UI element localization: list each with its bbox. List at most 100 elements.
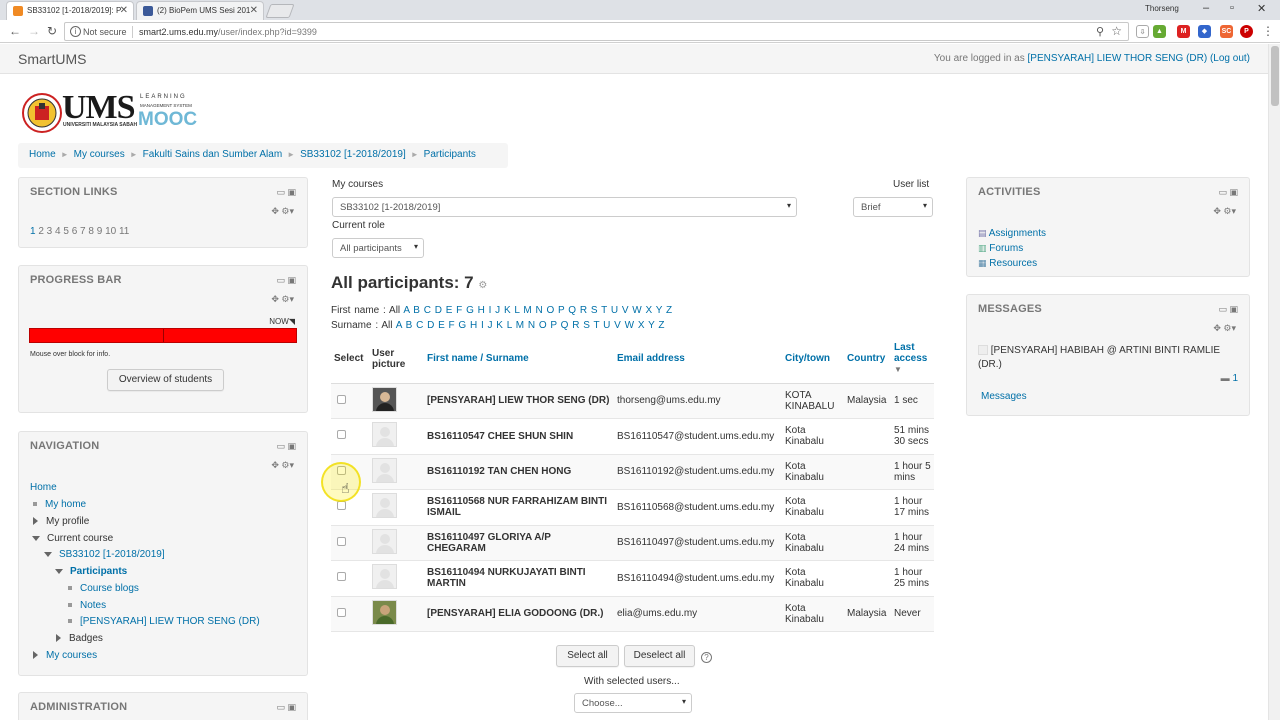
progress-bar[interactable] <box>29 328 297 343</box>
zoom-icon[interactable]: ⚲ <box>1096 25 1104 38</box>
extension-app-icon[interactable]: ◆ <box>1198 25 1211 38</box>
dock-hide-icon[interactable]: ▭ ▣ <box>276 702 296 713</box>
avatar[interactable] <box>372 564 397 590</box>
extension-sc-icon[interactable]: SC <box>1220 25 1233 38</box>
browser-tab-facebook[interactable]: (2) BioPem UMS Sesi 201 ✕ <box>136 1 264 20</box>
section-links-rest[interactable]: 2 3 4 5 6 7 8 9 10 11 <box>38 226 129 237</box>
maximize-icon[interactable]: ▫ <box>1230 2 1234 14</box>
col-last-access[interactable]: Last access ▼ <box>891 335 934 384</box>
dock-hide-icon[interactable]: ▭ ▣ <box>1218 304 1238 315</box>
nav-participants[interactable]: Participants <box>55 566 127 577</box>
nav-current-course[interactable]: Current course <box>32 533 113 544</box>
move-config-icon[interactable]: ✥ ⚙▾ <box>271 294 294 305</box>
dock-hide-icon[interactable]: ▭ ▣ <box>276 275 296 286</box>
surname-letters[interactable]: A B C D E F G H I J K L M N O P Q R S T … <box>396 320 665 331</box>
user-list-select[interactable]: Brief ▾ <box>853 197 933 217</box>
move-config-icon[interactable]: ✥ ⚙▾ <box>271 206 294 217</box>
activity-label[interactable]: Assignments <box>989 228 1046 239</box>
breadcrumb-participants[interactable]: Participants <box>424 149 476 160</box>
col-email[interactable]: Email address <box>614 335 782 384</box>
ums-logo[interactable]: UMS UNIVERSITI MALAYSIA SABAH LEARNING M… <box>22 89 198 134</box>
back-icon[interactable]: ← <box>9 24 21 38</box>
move-config-icon[interactable]: ✥ ⚙▾ <box>1213 323 1236 334</box>
dock-hide-icon[interactable]: ▭ ▣ <box>276 187 296 198</box>
site-brand[interactable]: SmartUMS <box>18 51 86 67</box>
overview-of-students-button[interactable]: Overview of students <box>107 369 224 391</box>
help-icon[interactable]: ? <box>701 652 712 663</box>
breadcrumb-home[interactable]: Home <box>29 149 56 160</box>
address-bar[interactable]: i Not secure smart2.ums.edu.my/user/inde… <box>64 22 1129 41</box>
avatar[interactable] <box>372 599 397 625</box>
avatar[interactable] <box>372 386 397 412</box>
page-scrollbar[interactable] <box>1268 44 1280 720</box>
new-tab-button[interactable] <box>265 4 295 18</box>
nav-my-home[interactable]: My home <box>33 499 86 510</box>
extension-download-icon[interactable]: ⇩ <box>1136 25 1149 38</box>
reload-icon[interactable]: ↻ <box>47 24 57 38</box>
avatar[interactable] <box>372 528 397 554</box>
nav-my-courses[interactable]: My courses <box>33 650 97 661</box>
col-city[interactable]: City/town <box>782 335 844 384</box>
bookmark-star-icon[interactable]: ☆ <box>1111 24 1122 38</box>
extension-drive-icon[interactable]: ▲ <box>1153 25 1166 38</box>
nav-user-profile[interactable]: [PENSYARAH] LIEW THOR SENG (DR) <box>68 616 260 627</box>
name-link[interactable]: [PENSYARAH] ELIA GODOONG (DR.) <box>424 596 614 632</box>
dock-hide-icon[interactable]: ▭ ▣ <box>276 441 296 452</box>
extension-pinterest-icon[interactable]: P <box>1240 25 1253 38</box>
info-icon[interactable]: i <box>70 26 81 37</box>
name-link[interactable]: BS16110497 GLORIYA A/P CHEGARAM <box>424 525 614 561</box>
avatar[interactable] <box>372 493 397 519</box>
close-tab-icon[interactable]: ✕ <box>250 5 258 16</box>
col-country[interactable]: Country <box>844 335 891 384</box>
message-sender[interactable]: [PENSYARAH] HABIBAH @ ARTINI BINTI RAMLI… <box>978 344 1240 372</box>
row-checkbox[interactable] <box>337 536 346 546</box>
deselect-all-button[interactable]: Deselect all <box>624 645 695 667</box>
nav-course-blogs[interactable]: Course blogs <box>68 583 139 594</box>
forward-icon[interactable]: → <box>28 24 40 38</box>
section-link-current[interactable]: 1 <box>30 226 36 237</box>
activity-label[interactable]: Resources <box>989 258 1037 269</box>
row-checkbox[interactable] <box>337 501 346 511</box>
col-name[interactable]: First name / Surname <box>424 335 614 384</box>
scrollbar-thumb[interactable] <box>1271 46 1279 106</box>
firstname-letters[interactable]: A B C D E F G H I J K L M N O P Q R S T … <box>403 305 672 316</box>
surname-all[interactable]: All <box>381 320 392 331</box>
nav-notes[interactable]: Notes <box>68 600 106 611</box>
extension-mail-icon[interactable]: M <box>1177 25 1190 38</box>
activity-forums[interactable]: ▥ Forums <box>978 241 1046 256</box>
move-config-icon[interactable]: ✥ ⚙▾ <box>271 460 294 471</box>
name-link[interactable]: BS16110192 TAN CHEN HONG <box>424 454 614 490</box>
logged-user-link[interactable]: [PENSYARAH] LIEW THOR SENG (DR) <box>1028 53 1208 64</box>
browser-tab-active[interactable]: SB33102 [1-2018/2019]: P ✕ <box>6 1 134 20</box>
row-checkbox[interactable] <box>337 572 346 582</box>
nav-badges[interactable]: Badges <box>56 633 103 644</box>
dock-hide-icon[interactable]: ▭ ▣ <box>1218 187 1238 198</box>
activity-resources[interactable]: ▦ Resources <box>978 256 1046 271</box>
breadcrumb-my-courses[interactable]: My courses <box>74 149 125 160</box>
gear-icon[interactable]: ⚙ <box>478 280 487 291</box>
bulk-action-select[interactable]: Choose... ▾ <box>574 693 692 713</box>
logout-link[interactable]: (Log out) <box>1210 53 1250 64</box>
minimize-icon[interactable]: – <box>1203 2 1209 14</box>
name-link[interactable]: BS16110547 CHEE SHUN SHIN <box>424 418 614 455</box>
firstname-all[interactable]: All <box>389 305 400 316</box>
breadcrumb-course[interactable]: SB33102 [1-2018/2019] <box>300 149 406 160</box>
close-window-icon[interactable]: ✕ <box>1257 2 1266 15</box>
messages-link[interactable]: Messages <box>981 391 1027 402</box>
move-config-icon[interactable]: ✥ ⚙▾ <box>1213 206 1236 217</box>
course-select[interactable]: SB33102 [1-2018/2019] ▾ <box>332 197 797 217</box>
close-tab-icon[interactable]: ✕ <box>120 5 128 16</box>
row-checkbox[interactable] <box>337 394 346 404</box>
activity-label[interactable]: Forums <box>989 243 1023 254</box>
nav-my-profile[interactable]: My profile <box>33 516 89 527</box>
name-link[interactable]: [PENSYARAH] LIEW THOR SENG (DR) <box>424 383 614 419</box>
nav-home[interactable]: Home <box>30 482 57 493</box>
breadcrumb-faculty[interactable]: Fakulti Sains dan Sumber Alam <box>143 149 283 160</box>
row-checkbox[interactable] <box>337 430 346 440</box>
menu-icon[interactable]: ⋮ <box>1262 24 1274 38</box>
nav-course[interactable]: SB33102 [1-2018/2019] <box>44 549 165 560</box>
avatar[interactable] <box>372 422 397 448</box>
activity-assignments[interactable]: ▤ Assignments <box>978 226 1046 241</box>
row-checkbox[interactable] <box>337 607 346 617</box>
select-all-button[interactable]: Select all <box>556 645 619 667</box>
